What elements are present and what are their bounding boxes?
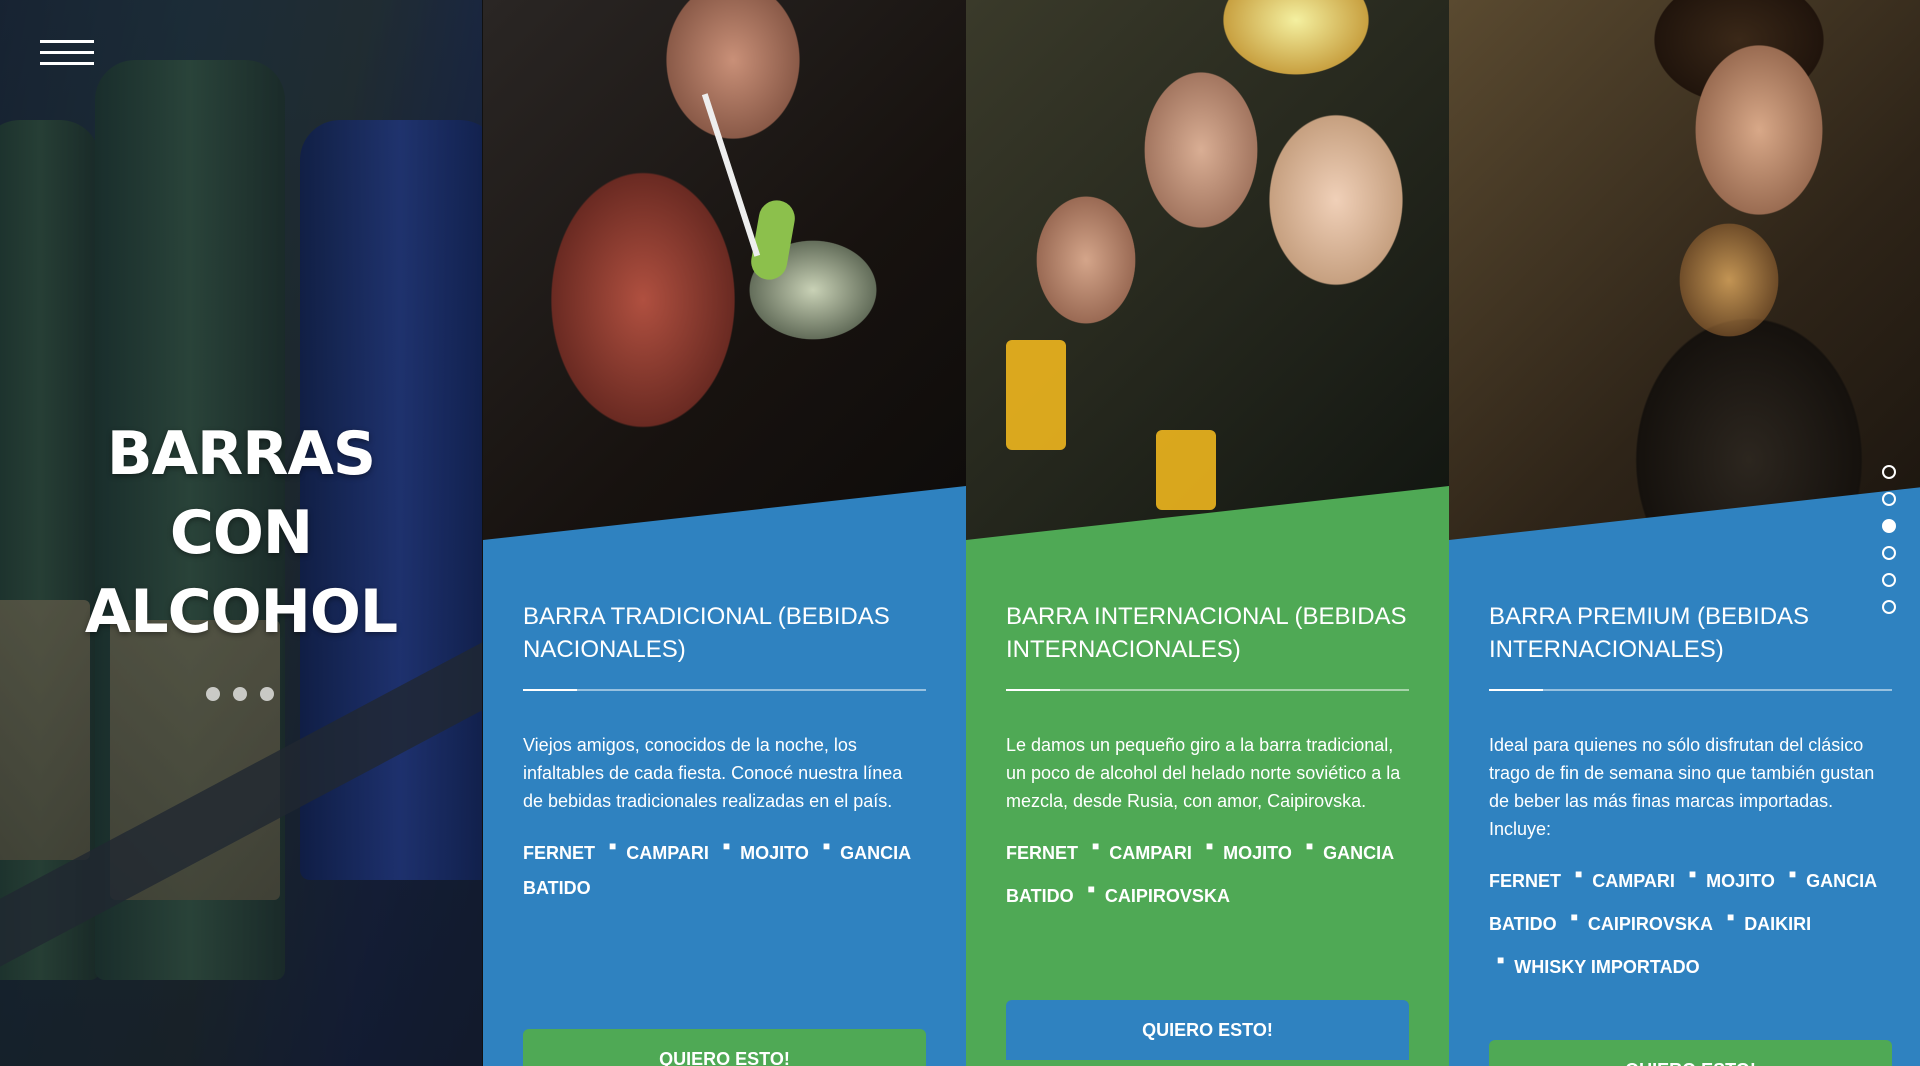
card-barra-internacional: BARRA INTERNACIONAL (BEBIDAS INTERNACION… <box>966 0 1449 1066</box>
card-description: Ideal para quienes no sólo disfrutan del… <box>1489 735 1875 839</box>
square-bullet-icon: ■ <box>1087 882 1095 896</box>
hero-title-line: BARRAS <box>106 419 376 489</box>
slider-dot[interactable] <box>233 687 247 701</box>
quiero-esto-button[interactable]: QUIERO ESTO! <box>1006 1000 1409 1060</box>
square-bullet-icon: ■ <box>1092 839 1100 853</box>
slider-dot[interactable] <box>206 687 220 701</box>
drink-tag: ■ CAIPIROVSKA <box>1570 910 1713 934</box>
drink-tag: BATIDO <box>1006 886 1074 906</box>
square-bullet-icon: ■ <box>1497 953 1505 967</box>
hero-slider-dots <box>206 687 274 701</box>
section-pager <box>1882 465 1896 627</box>
pager-dot[interactable] <box>1882 519 1896 533</box>
square-bullet-icon: ■ <box>722 839 731 853</box>
card-barra-tradicional: BARRA TRADICIONAL (BEBIDAS NACIONALES) V… <box>483 0 966 1066</box>
square-bullet-icon: ■ <box>609 839 617 853</box>
drink-list: FERNET ■ CAMPARI ■ MOJITO ■ GANCIA BATIDO ■… <box>1489 867 1892 978</box>
pager-dot[interactable] <box>1882 546 1896 560</box>
slider-dot[interactable] <box>260 687 274 701</box>
drink-tag: ■ MOJITO <box>1205 839 1292 863</box>
square-bullet-icon: ■ <box>822 839 831 853</box>
drink-tag: ■ MOJITO <box>1688 867 1775 891</box>
title-divider <box>523 689 926 691</box>
card-content: BARRA INTERNACIONAL (BEBIDAS INTERNACION… <box>1006 600 1409 907</box>
hero-title-line: ALCOHOL <box>84 577 398 647</box>
title-divider <box>1489 689 1892 691</box>
drink-tag: BATIDO <box>523 878 591 898</box>
drink-list: FERNET ■ CAMPARI ■ MOJITO ■ GANCIA BATIDO ■… <box>1006 839 1409 907</box>
drink-tag: ■ GANCIA <box>1305 839 1395 863</box>
drink-tag: ■ DAIKIRI <box>1726 910 1812 934</box>
drink-tag: ■ CAIPIROVSKA <box>1087 882 1230 906</box>
drink-tag: ■ GANCIA <box>822 839 912 863</box>
drink-tag: ■ GANCIA <box>1788 867 1878 891</box>
card-title: BARRA TRADICIONAL (BEBIDAS NACIONALES) <box>523 603 890 663</box>
card-panel-shape <box>483 486 966 1066</box>
card-title: BARRA INTERNACIONAL (BEBIDAS INTERNACION… <box>1006 603 1407 663</box>
drink-tag: ■ WHISKY IMPORTADO <box>1497 953 1700 977</box>
card-title: BARRA PREMIUM (BEBIDAS INTERNACIONALES) <box>1489 603 1810 663</box>
quiero-esto-button[interactable]: QUIERO ESTO! <box>523 1029 926 1066</box>
hamburger-menu-icon[interactable] <box>40 40 94 70</box>
pager-dot[interactable] <box>1882 492 1896 506</box>
hero-title: BARRAS CON ALCOHOL <box>0 415 482 652</box>
drink-tag: ■ CAMPARI <box>1575 867 1675 891</box>
card-content: BARRA PREMIUM (BEBIDAS INTERNACIONALES) … <box>1489 600 1892 978</box>
drink-tag: FERNET <box>1489 871 1561 891</box>
drink-tag: ■ CAMPARI <box>609 839 709 863</box>
square-bullet-icon: ■ <box>1688 867 1697 881</box>
drink-list: FERNET ■ CAMPARI ■ MOJITO ■ GANCIA BATIDO <box>523 839 926 899</box>
square-bullet-icon: ■ <box>1788 867 1797 881</box>
hero-title-line: CON <box>169 498 313 568</box>
hero-section: BARRAS CON ALCOHOL <box>0 0 482 1066</box>
card-panel <box>483 0 966 1066</box>
drink-tag: ■ MOJITO <box>722 839 809 863</box>
square-bullet-icon: ■ <box>1570 910 1578 924</box>
pager-dot[interactable] <box>1882 573 1896 587</box>
card-barra-premium: BARRA PREMIUM (BEBIDAS INTERNACIONALES) … <box>1449 0 1920 1066</box>
pager-dot[interactable] <box>1882 465 1896 479</box>
drink-tag: BATIDO <box>1489 914 1557 934</box>
card-description: Viejos amigos, conocidos de la noche, lo… <box>523 735 903 811</box>
title-divider <box>1006 689 1409 691</box>
drink-tag: FERNET <box>523 843 595 863</box>
square-bullet-icon: ■ <box>1205 839 1214 853</box>
quiero-esto-button[interactable]: QUIERO ESTO! <box>1489 1040 1892 1066</box>
drink-tag: ■ CAMPARI <box>1092 839 1192 863</box>
square-bullet-icon: ■ <box>1305 839 1314 853</box>
card-description: Le damos un pequeño giro a la barra trad… <box>1006 735 1401 811</box>
card-content: BARRA TRADICIONAL (BEBIDAS NACIONALES) V… <box>523 600 926 899</box>
drink-tag: FERNET <box>1006 843 1078 863</box>
square-bullet-icon: ■ <box>1726 910 1735 924</box>
pager-dot[interactable] <box>1882 600 1896 614</box>
square-bullet-icon: ■ <box>1575 867 1583 881</box>
